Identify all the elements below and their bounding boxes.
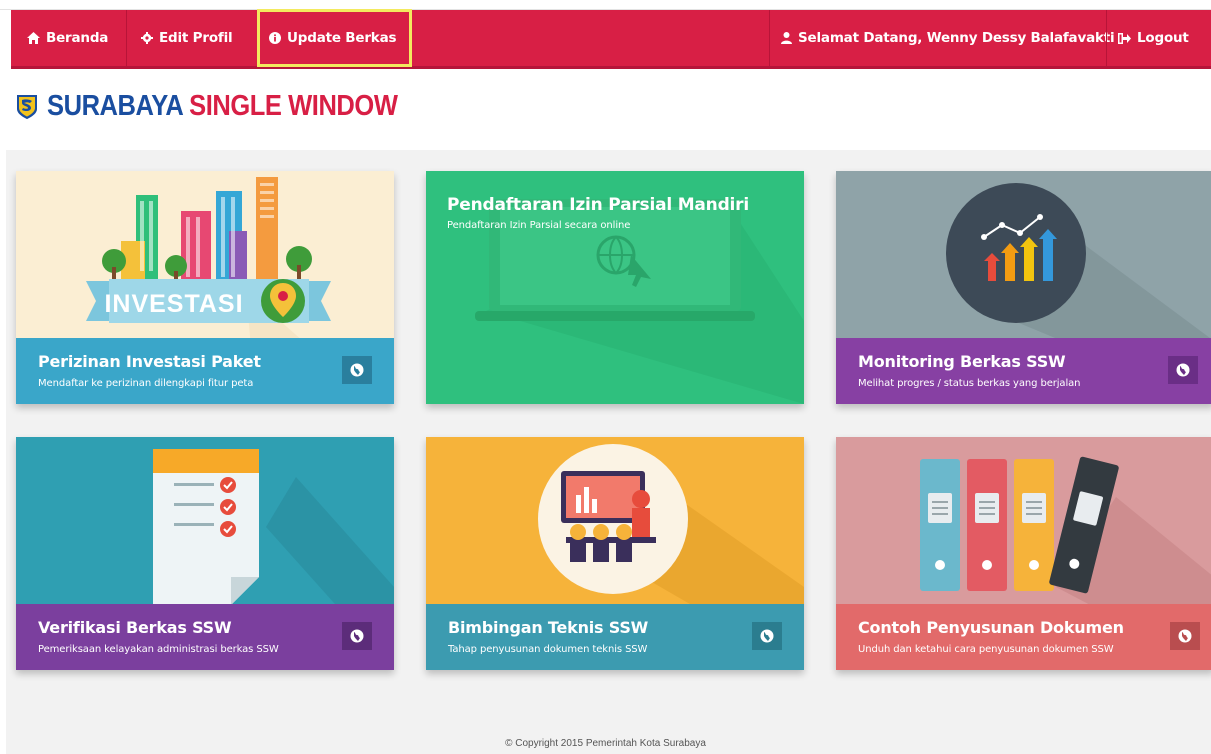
- card-header-text: Pendaftaran Izin Parsial Mandiri Pendaft…: [447, 195, 749, 231]
- nav-update-berkas-label: Update Berkas: [287, 30, 397, 46]
- globe-button[interactable]: [1168, 356, 1198, 384]
- site-logo[interactable]: SURABAYA SINGLE WINDOW: [15, 88, 445, 124]
- card-subtitle: Pendaftaran Izin Parsial secara online: [447, 220, 631, 231]
- investasi-art-label: INVESTASI: [104, 290, 243, 318]
- card-bimbingan-teknis[interactable]: Bimbingan Teknis SSW Tahap penyusunan do…: [426, 437, 804, 670]
- card-verifikasi-berkas[interactable]: Verifikasi Berkas SSW Pemeriksaan kelaya…: [16, 437, 394, 670]
- card-subtitle: Pemeriksaan kelayakan administrasi berka…: [38, 644, 279, 655]
- card-title: Perizinan Investasi Paket: [38, 352, 261, 371]
- nav-logout-label: Logout: [1137, 30, 1189, 46]
- logo-text: SURABAYA SINGLE WINDOW: [47, 89, 398, 123]
- card-monitoring-berkas[interactable]: Monitoring Berkas SSW Melihat progres / …: [836, 171, 1211, 404]
- info-circle-icon: [269, 32, 281, 44]
- card-title: Bimbingan Teknis SSW: [448, 618, 649, 637]
- nav-edit-profil-label: Edit Profil: [159, 30, 233, 46]
- globe-button[interactable]: [342, 356, 372, 384]
- card-subtitle: Mendaftar ke perizinan dilengkapi fitur …: [38, 378, 254, 389]
- top-navbar: Beranda Edit Profil Update Berkas Selama…: [11, 9, 1211, 69]
- card-title: Pendaftaran Izin Parsial Mandiri: [447, 195, 749, 215]
- card-title: Verifikasi Berkas SSW: [38, 618, 232, 637]
- card-caption: Verifikasi Berkas SSW Pemeriksaan kelaya…: [16, 604, 394, 670]
- nav-beranda[interactable]: Beranda: [27, 10, 108, 66]
- sign-out-icon: [1118, 32, 1131, 44]
- nav-divider: [1106, 10, 1107, 66]
- nav-update-berkas[interactable]: Update Berkas: [257, 9, 412, 67]
- city-emblem-icon: [17, 95, 37, 119]
- globe-icon: [350, 629, 364, 643]
- nav-beranda-label: Beranda: [46, 30, 109, 46]
- card-contoh-penyusunan-dokumen[interactable]: Contoh Penyusunan Dokumen Unduh dan keta…: [836, 437, 1211, 670]
- gear-icon: [141, 32, 153, 44]
- logo-text-single-window: SINGLE WINDOW: [189, 89, 398, 122]
- nav-logout[interactable]: Logout: [1118, 10, 1189, 66]
- globe-icon: [1178, 629, 1192, 643]
- card-perizinan-investasi[interactable]: INVESTASI Perizinan Investasi Paket Mend…: [16, 171, 394, 404]
- globe-button[interactable]: [342, 622, 372, 650]
- nav-divider: [126, 10, 127, 66]
- footer-copyright: © Copyright 2015 Pemerintah Kota Surabay…: [505, 738, 706, 749]
- card-caption: Contoh Penyusunan Dokumen Unduh dan keta…: [836, 604, 1211, 670]
- card-caption: Perizinan Investasi Paket Mendaftar ke p…: [16, 338, 394, 404]
- globe-icon: [760, 629, 774, 643]
- card-subtitle: Tahap penyusunan dokumen teknis SSW: [448, 644, 648, 655]
- card-subtitle: Melihat progres / status berkas yang ber…: [858, 378, 1081, 389]
- card-subtitle: Unduh dan ketahui cara penyusunan dokume…: [858, 644, 1114, 655]
- nav-divider: [769, 10, 770, 66]
- card-title: Monitoring Berkas SSW: [858, 352, 1066, 371]
- nav-edit-profil[interactable]: Edit Profil: [141, 10, 233, 66]
- welcome-label: Selamat Datang, Wenny Dessy Balafavakti: [798, 30, 1115, 46]
- card-caption: Monitoring Berkas SSW Melihat progres / …: [836, 338, 1211, 404]
- card-caption: Bimbingan Teknis SSW Tahap penyusunan do…: [426, 604, 804, 670]
- globe-icon: [350, 363, 364, 377]
- home-icon: [27, 32, 40, 44]
- globe-button[interactable]: [752, 622, 782, 650]
- globe-icon: [1176, 363, 1190, 377]
- top-strip: [0, 0, 1211, 10]
- user-icon: [781, 32, 792, 44]
- card-pendaftaran-izin-parsial[interactable]: Pendaftaran Izin Parsial Mandiri Pendaft…: [426, 171, 804, 404]
- logo-text-surabaya: SURABAYA: [47, 89, 183, 122]
- card-title: Contoh Penyusunan Dokumen: [858, 618, 1124, 637]
- globe-button[interactable]: [1170, 622, 1200, 650]
- nav-welcome-user[interactable]: Selamat Datang, Wenny Dessy Balafavakti: [781, 10, 1115, 66]
